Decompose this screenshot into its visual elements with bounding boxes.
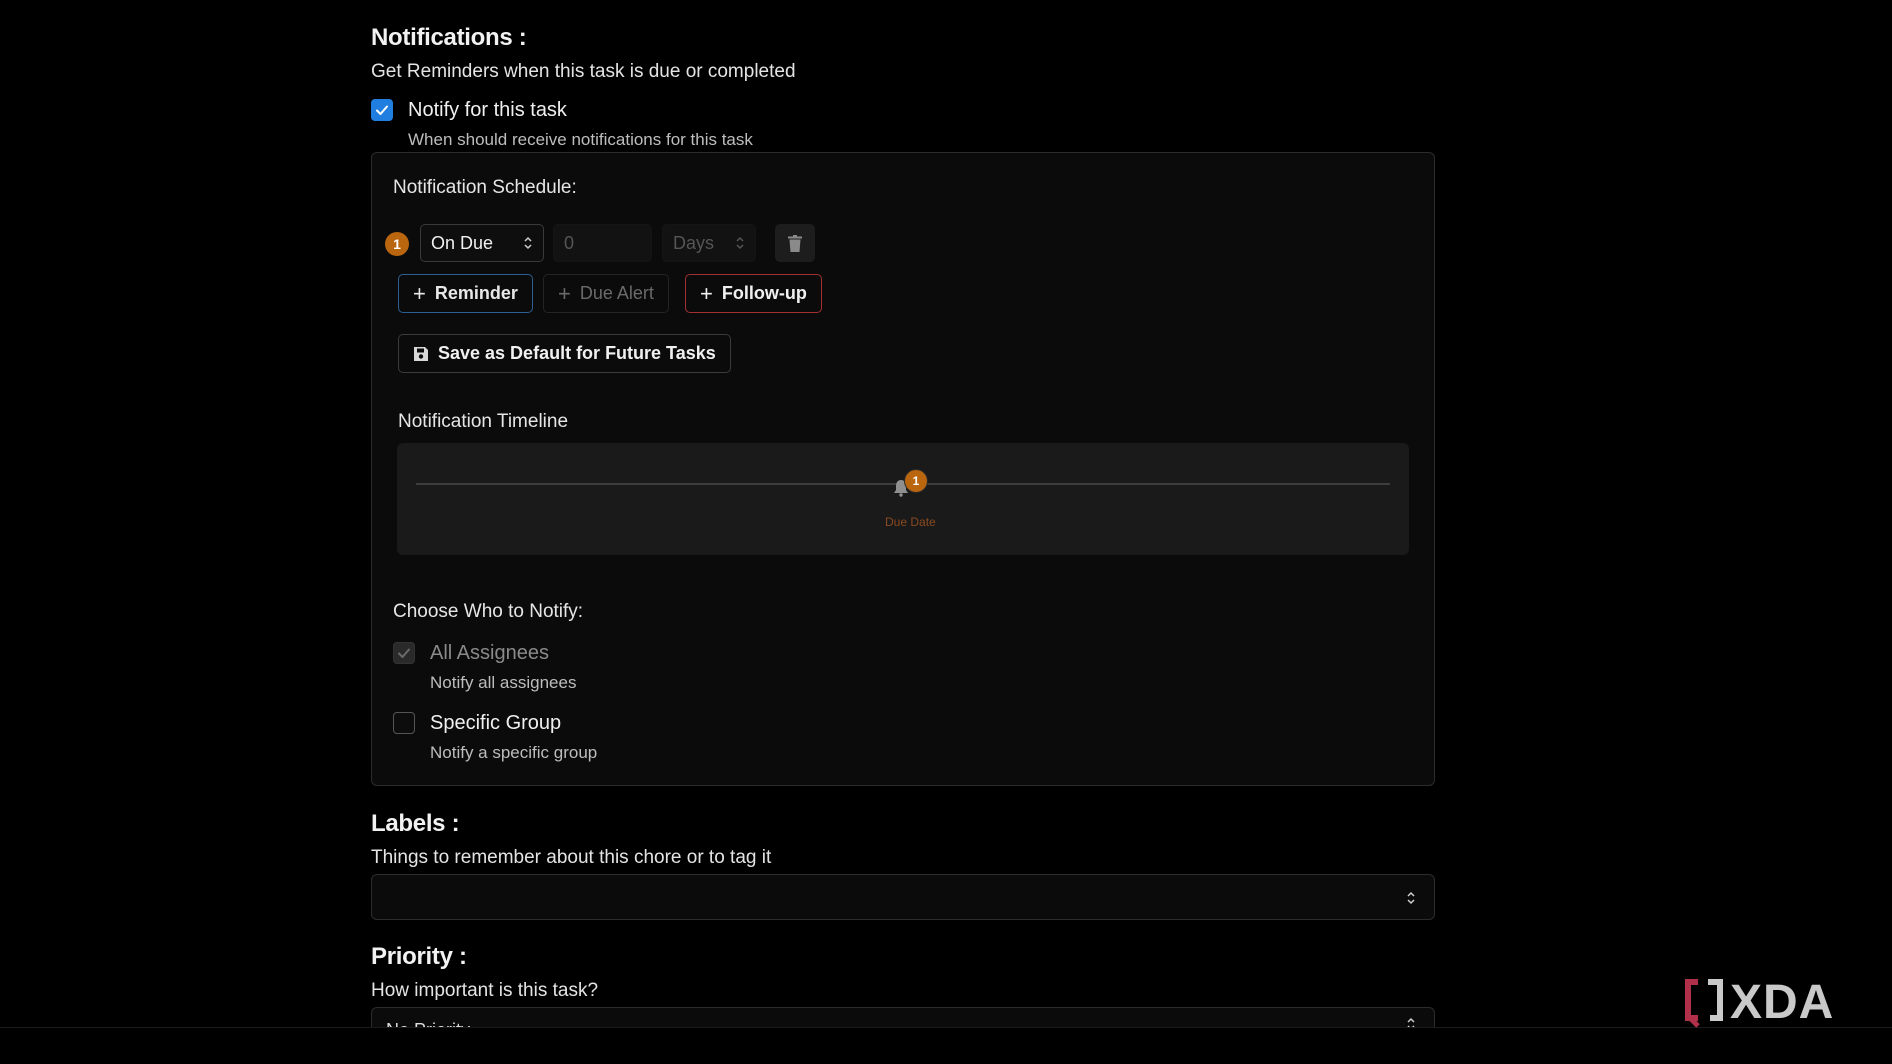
trigger-select[interactable]: On Due bbox=[420, 224, 544, 262]
notify-checkbox-label[interactable]: Notify for this task bbox=[408, 99, 567, 122]
updown-chevron-icon bbox=[1407, 891, 1415, 905]
specific-group-checkbox[interactable] bbox=[393, 712, 415, 734]
all-assignees-checkbox[interactable] bbox=[393, 642, 415, 664]
priority-title: Priority : bbox=[371, 943, 467, 970]
add-follow-up-label: Follow-up bbox=[721, 283, 807, 303]
notification-schedule-panel: Notification Schedule: 1 On Due 0 Days +… bbox=[371, 152, 1435, 786]
save-default-button[interactable]: Save as Default for Future Tasks bbox=[398, 334, 731, 373]
updown-chevron-icon bbox=[524, 236, 532, 250]
unit-select-value: Days bbox=[673, 232, 715, 253]
plus-icon: + bbox=[558, 280, 571, 306]
notify-checkbox[interactable] bbox=[371, 99, 393, 121]
add-reminder-button[interactable]: + Reminder bbox=[398, 274, 533, 313]
updown-chevron-icon bbox=[736, 236, 744, 250]
add-reminder-label: Reminder bbox=[434, 283, 518, 303]
timeline-marker-badge: 1 bbox=[904, 469, 928, 493]
specific-group-label[interactable]: Specific Group bbox=[430, 712, 561, 735]
floppy-disk-icon bbox=[414, 346, 428, 361]
notify-helper-text: When should receive notifications for th… bbox=[408, 130, 753, 149]
xda-brand-text: XDA bbox=[1730, 976, 1835, 1029]
add-follow-up-button[interactable]: + Follow-up bbox=[685, 274, 822, 313]
labels-select[interactable] bbox=[371, 874, 1435, 920]
offset-input[interactable]: 0 bbox=[553, 224, 652, 262]
bottom-bar bbox=[0, 1027, 1892, 1064]
check-icon bbox=[376, 105, 388, 115]
notifications-subtitle: Get Reminders when this task is due or c… bbox=[371, 61, 796, 82]
trash-icon bbox=[788, 234, 802, 252]
xda-bracket-logo-icon bbox=[1685, 978, 1723, 1028]
due-date-marker-label: Due Date bbox=[885, 515, 936, 529]
schedule-row-index-badge: 1 bbox=[385, 232, 409, 256]
priority-subtitle: How important is this task? bbox=[371, 980, 599, 1001]
plus-icon: + bbox=[700, 280, 713, 306]
xda-watermark: XDA bbox=[1684, 975, 1834, 1030]
labels-title: Labels : bbox=[371, 810, 460, 837]
schedule-heading: Notification Schedule: bbox=[393, 177, 577, 198]
add-due-alert-button[interactable]: + Due Alert bbox=[543, 274, 669, 313]
add-due-alert-label: Due Alert bbox=[579, 283, 654, 303]
delete-row-button[interactable] bbox=[775, 224, 815, 262]
all-assignees-helper: Notify all assignees bbox=[430, 673, 577, 692]
specific-group-helper: Notify a specific group bbox=[430, 743, 598, 762]
timeline-heading: Notification Timeline bbox=[398, 411, 569, 432]
labels-subtitle: Things to remember about this chore or t… bbox=[371, 847, 772, 868]
check-icon bbox=[398, 648, 410, 658]
offset-input-value: 0 bbox=[564, 232, 575, 253]
plus-icon: + bbox=[413, 280, 426, 306]
trigger-select-value: On Due bbox=[431, 232, 494, 253]
all-assignees-label[interactable]: All Assignees bbox=[430, 642, 549, 665]
save-default-label: Save as Default for Future Tasks bbox=[438, 343, 716, 363]
recipients-heading: Choose Who to Notify: bbox=[393, 601, 584, 622]
unit-select[interactable]: Days bbox=[662, 224, 756, 262]
notifications-title: Notifications : bbox=[371, 24, 527, 51]
notification-timeline: 1 Due Date bbox=[397, 443, 1409, 555]
task-settings-page: Notifications : Get Reminders when this … bbox=[0, 0, 1892, 1064]
